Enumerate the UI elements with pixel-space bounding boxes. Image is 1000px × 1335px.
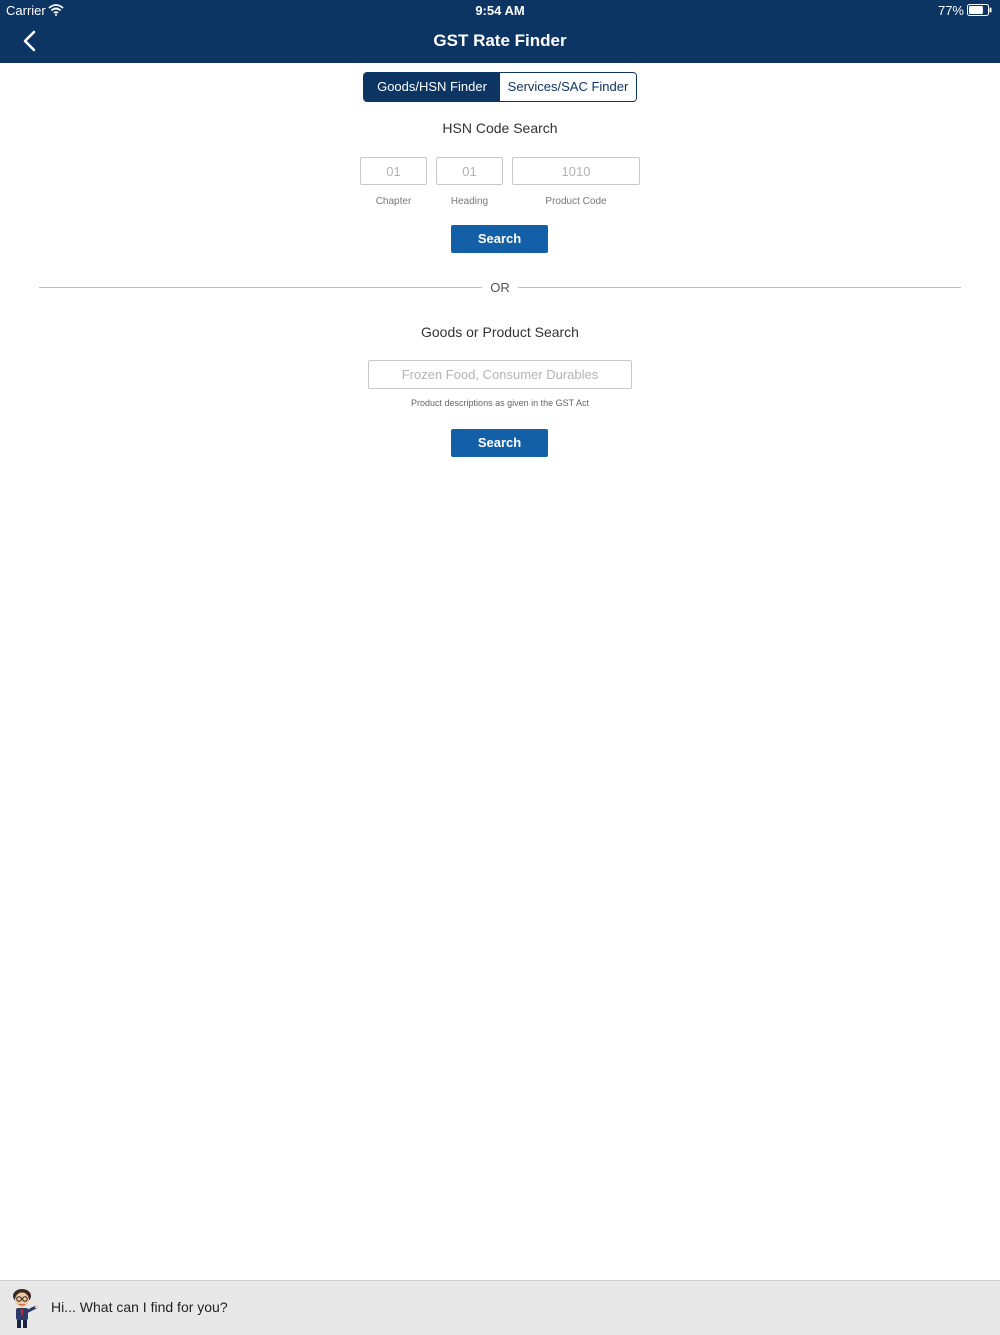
status-battery-percent: 77% (937, 3, 964, 18)
status-time: 9:54 AM (475, 3, 525, 18)
product-search-input[interactable] (368, 360, 632, 389)
heading-input[interactable] (436, 157, 503, 185)
app-header: Carrier 9:54 AM 77% GST Rate Finder (0, 0, 1000, 63)
chat-prompt: Hi... What can I find for you? (51, 1299, 228, 1315)
hsn-search-button[interactable]: Search (451, 225, 548, 253)
heading-caption: Heading (450, 196, 489, 207)
chat-bar[interactable]: Hi... What can I find for you? (0, 1280, 1000, 1335)
hsn-search-title: HSN Code Search (442, 120, 558, 136)
divider-right (518, 287, 961, 288)
product-search-helper: Product descriptions as given in the GST… (411, 398, 589, 408)
product-code-input[interactable] (512, 157, 640, 185)
page-title: GST Rate Finder (433, 31, 567, 50)
chapter-caption: Chapter (375, 196, 412, 207)
product-search-button[interactable]: Search (451, 429, 548, 457)
product-code-caption: Product Code (545, 196, 607, 207)
product-search-title: Goods or Product Search (421, 324, 579, 340)
chapter-input[interactable] (360, 157, 427, 185)
battery-icon (967, 4, 992, 16)
assistant-avatar-icon (13, 1289, 39, 1328)
tab-goods-hsn-finder[interactable]: Goods/HSN Finder (364, 73, 500, 101)
finder-tabs: Goods/HSN Finder Services/SAC Finder (363, 72, 637, 102)
tab-services-sac-finder[interactable]: Services/SAC Finder (500, 73, 636, 101)
